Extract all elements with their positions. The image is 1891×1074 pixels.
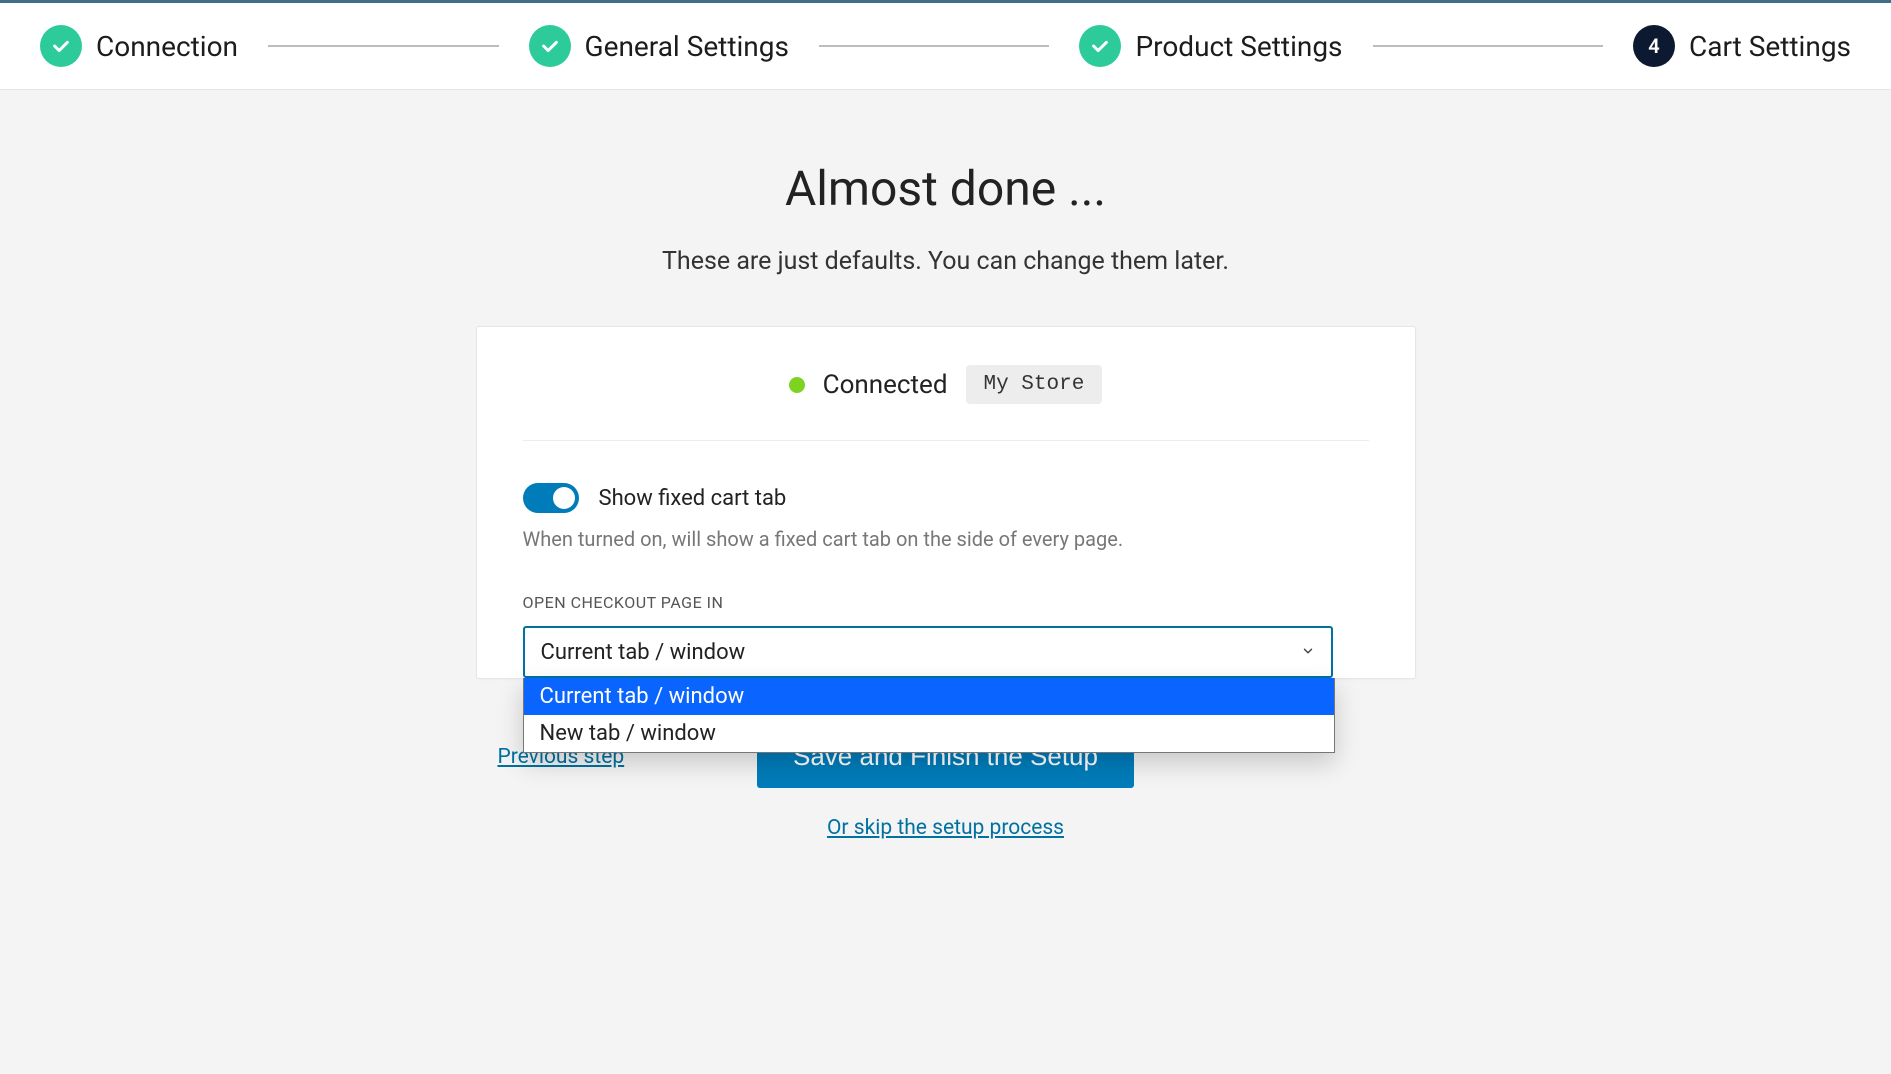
dropdown-option-new-tab[interactable]: New tab / window	[524, 715, 1334, 752]
status-dot-icon	[789, 377, 805, 393]
fixed-cart-tab-option: Show fixed cart tab When turned on, will…	[523, 441, 1369, 678]
dropdown-option-current-tab[interactable]: Current tab / window	[524, 678, 1334, 715]
wizard-stepper: Connection General Settings Product Sett…	[0, 0, 1891, 90]
step-connector	[819, 45, 1050, 47]
check-icon	[1079, 25, 1121, 67]
step-number-badge: 4	[1633, 25, 1675, 67]
step-connector	[1373, 45, 1604, 47]
select-value: Current tab / window	[541, 640, 746, 665]
settings-card: Connected My Store Show fixed cart tab W…	[476, 326, 1416, 679]
toggle-label: Show fixed cart tab	[599, 486, 787, 511]
skip-setup-link[interactable]: Or skip the setup process	[827, 816, 1064, 840]
store-badge: My Store	[966, 365, 1103, 404]
checkout-target-dropdown: Current tab / window New tab / window	[523, 678, 1335, 753]
main-content: Almost done ... These are just defaults.…	[0, 90, 1891, 840]
connection-status-row: Connected My Store	[523, 365, 1369, 441]
page-title: Almost done ...	[785, 160, 1106, 217]
checkout-field-label: OPEN CHECKOUT PAGE IN	[523, 593, 1369, 612]
check-icon	[40, 25, 82, 67]
step-label: Cart Settings	[1689, 30, 1851, 63]
toggle-knob	[553, 487, 575, 509]
step-general-settings[interactable]: General Settings	[529, 25, 789, 67]
step-label: Connection	[96, 30, 238, 63]
step-label: General Settings	[585, 30, 789, 63]
step-product-settings[interactable]: Product Settings	[1079, 25, 1342, 67]
toggle-description: When turned on, will show a fixed cart t…	[523, 527, 1369, 551]
step-label: Product Settings	[1135, 30, 1342, 63]
step-connector	[268, 45, 499, 47]
checkout-target-select[interactable]: Current tab / window	[523, 626, 1333, 678]
chevron-down-icon	[1301, 643, 1315, 662]
check-icon	[529, 25, 571, 67]
status-text: Connected	[823, 370, 948, 400]
step-cart-settings[interactable]: 4 Cart Settings	[1633, 25, 1851, 67]
step-connection[interactable]: Connection	[40, 25, 238, 67]
skip-row: Or skip the setup process	[476, 816, 1416, 840]
fixed-cart-tab-toggle[interactable]	[523, 483, 579, 513]
page-subtitle: These are just defaults. You can change …	[662, 247, 1229, 276]
checkout-target-select-wrap: Current tab / window Current tab / windo…	[523, 626, 1333, 678]
